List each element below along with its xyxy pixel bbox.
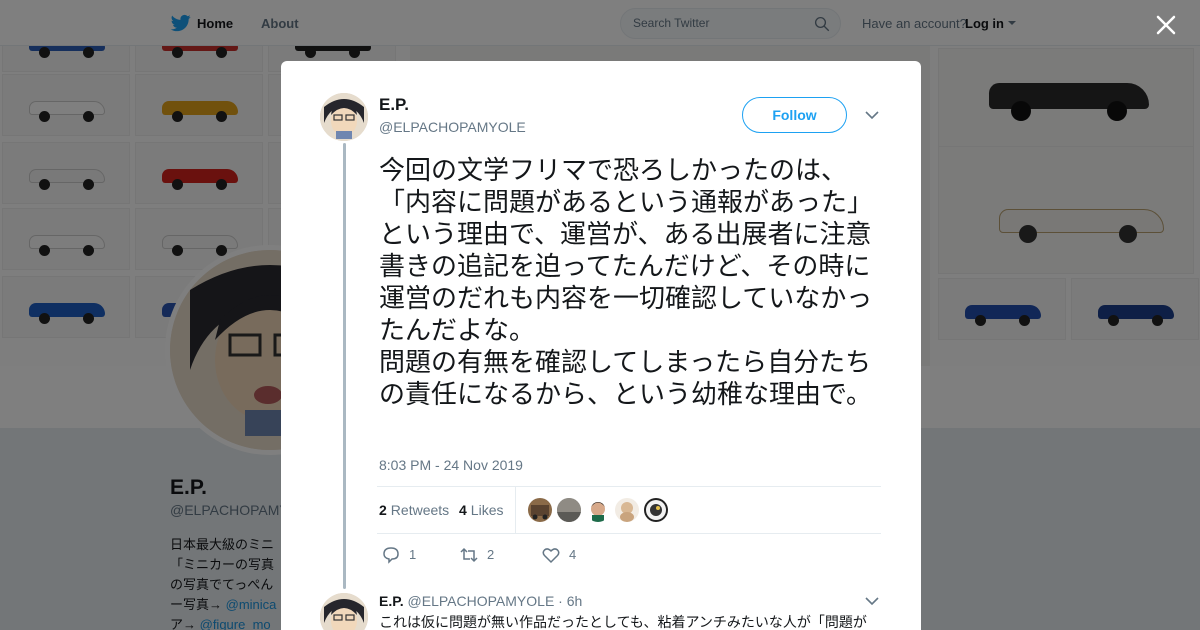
- author-handle[interactable]: @ELPACHOPAMYOLE: [379, 119, 526, 135]
- likes-count: 4: [459, 502, 467, 518]
- like-count: 4: [569, 547, 577, 562]
- reply-tweet[interactable]: E.P. @ELPACHOPAMYOLE · 6h これは仮に問題が無い作品だっ…: [281, 589, 921, 630]
- reply-action[interactable]: 1: [381, 545, 421, 565]
- tweet-paragraph: 今回の文学フリマで恐ろしかったのは、「内容に問題があるという通報があった」という…: [379, 156, 874, 346]
- stats-divider: [515, 487, 516, 533]
- reply-author-name[interactable]: E.P.: [379, 593, 404, 609]
- close-icon[interactable]: [1153, 12, 1179, 38]
- reply-header: E.P. @ELPACHOPAMYOLE · 6h: [379, 593, 582, 609]
- reply-text: これは仮に問題が無い作品だったとしても、粘着アンチみたいな人が「問題が: [379, 615, 867, 630]
- liker-avatar[interactable]: [557, 498, 581, 522]
- tweet-paragraph: 問題の有無を確認してしまったら自分たちの責任になるから、という幼稚な理由で。: [379, 348, 872, 410]
- reply-separator: ·: [558, 593, 563, 609]
- thread-connector-line: [343, 143, 346, 589]
- tweet-stats: 2 Retweets 4 Likes: [377, 486, 881, 534]
- tweet-text: 今回の文学フリマで恐ろしかったのは、「内容に問題があるという通報があった」という…: [379, 155, 884, 411]
- avatar-illustration: [320, 93, 368, 141]
- reply-age[interactable]: 6h: [567, 593, 583, 609]
- follow-button[interactable]: Follow: [742, 97, 847, 133]
- reply-icon: [383, 547, 399, 564]
- likes-stat[interactable]: 4 Likes: [459, 502, 503, 518]
- chevron-down-icon[interactable]: [864, 594, 880, 608]
- likes-label: Likes: [470, 502, 504, 518]
- liker-avatar[interactable]: [528, 498, 552, 522]
- like-icon: [542, 548, 560, 564]
- chevron-down-icon[interactable]: [864, 108, 880, 122]
- like-action[interactable]: 4: [541, 545, 581, 565]
- retweets-count: 2: [379, 502, 387, 518]
- liker-avatar[interactable]: [586, 498, 610, 522]
- liker-avatar[interactable]: [644, 498, 668, 522]
- liker-avatar[interactable]: [615, 498, 639, 522]
- reply-author-handle[interactable]: @ELPACHOPAMYOLE: [408, 593, 555, 609]
- reply-author-avatar[interactable]: [320, 593, 368, 630]
- author-avatar[interactable]: [320, 93, 368, 141]
- retweet-action[interactable]: 2: [459, 545, 499, 565]
- retweets-stat[interactable]: 2 Retweets: [379, 502, 449, 518]
- author-name[interactable]: E.P.: [379, 95, 409, 115]
- reply-count: 1: [409, 547, 417, 562]
- avatar-illustration: [320, 593, 368, 630]
- retweet-count: 2: [487, 547, 495, 562]
- retweets-label: Retweets: [390, 502, 450, 518]
- tweet-timestamp[interactable]: 8:03 PM - 24 Nov 2019: [379, 457, 523, 473]
- tweet-modal: E.P. @ELPACHOPAMYOLE Follow 今回の文学フリマで恐ろし…: [281, 61, 921, 630]
- retweet-icon: [460, 547, 478, 563]
